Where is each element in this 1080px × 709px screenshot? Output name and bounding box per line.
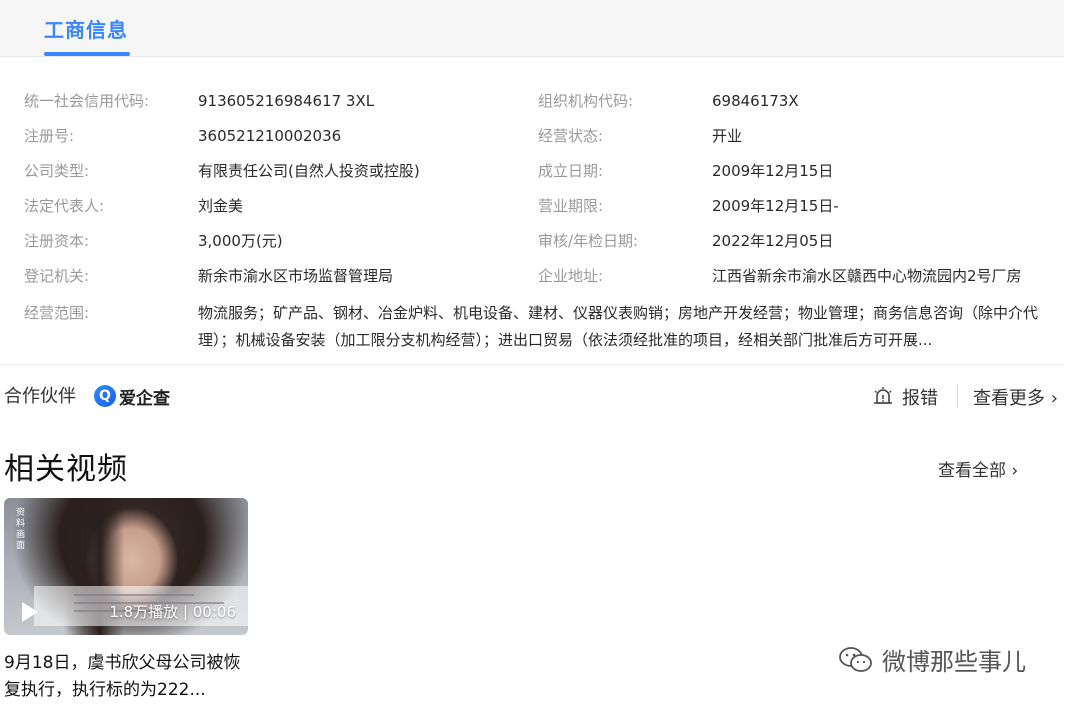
aiqicha-logo[interactable]: Q 爱企查 (94, 382, 170, 410)
business-scope-value: 物流服务；矿产品、钢材、冶金炉料、机电设备、建材、仪器仪表购销；房地产开发经营；… (198, 304, 1039, 349)
info-value: 2009年12月15日 (712, 162, 834, 180)
info-value: 2022年12月05日 (712, 232, 834, 250)
info-label: 营业期限: (538, 197, 604, 215)
action-separator (957, 384, 958, 408)
partner-label: 合作伙伴 (4, 386, 76, 407)
info-label: 统一社会信用代码: (24, 92, 150, 110)
info-label: 经营范围: (24, 304, 90, 322)
info-value: 913605216984617 3XL (198, 92, 375, 110)
report-error-button[interactable]: 报错 (872, 384, 938, 410)
info-value: 新余市渝水区市场监督管理局 (198, 267, 394, 285)
watermark-text: 微博那些事儿 (882, 648, 1026, 676)
info-row: 法定代表人: 刘金美 营业期限: 2009年12月15日- (0, 189, 1064, 224)
info-label: 成立日期: (538, 162, 604, 180)
info-value: 360521210002036 (198, 127, 342, 145)
business-scope-row: 经营范围: 物流服务；矿产品、钢材、冶金炉料、机电设备、建材、仪器仪表购销；房地… (0, 294, 1064, 354)
info-row: 注册号: 360521210002036 经营状态: 开业 (0, 119, 1064, 154)
wechat-icon (839, 646, 872, 672)
video-stats: 1.8万播放 | 00:06 (109, 603, 236, 621)
info-value: 3,000万(元) (198, 232, 283, 250)
info-row: 登记机关: 新余市渝水区市场监督管理局 企业地址: 江西省新余市渝水区赣西中心物… (0, 259, 1064, 294)
info-value: 69846173X (712, 92, 799, 110)
aiqicha-logo-icon: Q (94, 385, 116, 407)
divider (0, 364, 1064, 365)
video-thumbnail[interactable]: 资料画面 1.8万播放 | 00:06 (4, 498, 248, 635)
info-label: 组织机构代码: (538, 92, 634, 110)
info-label: 经营状态: (538, 127, 604, 145)
info-value: 2009年12月15日- (712, 197, 839, 215)
play-icon[interactable] (22, 602, 38, 622)
info-label: 审核/年检日期: (538, 232, 639, 250)
info-value: 江西省新余市渝水区赣西中心物流园内2号厂房 (712, 267, 1022, 285)
info-row: 统一社会信用代码: 913605216984617 3XL 组织机构代码: 69… (0, 84, 1064, 119)
view-all-link[interactable]: 查看全部 › (938, 456, 1018, 481)
info-label: 注册资本: (24, 232, 90, 250)
info-label: 公司类型: (24, 162, 90, 180)
report-error-label: 报错 (902, 388, 938, 409)
info-value: 刘金美 (198, 197, 244, 215)
tab-active-indicator (44, 52, 130, 56)
video-title-link[interactable]: 9月18日，虞书欣父母公司被恢复执行，执行标的为222... (4, 650, 248, 704)
alert-icon (874, 387, 892, 404)
info-label: 企业地址: (538, 267, 604, 285)
thumbnail-side-text: 资料画面 (16, 508, 26, 551)
view-more-link[interactable]: 查看更多 › (973, 384, 1058, 410)
watermark: 微博那些事儿 (838, 642, 1026, 677)
info-label: 法定代表人: (24, 197, 105, 215)
info-row: 公司类型: 有限责任公司(自然人投资或控股) 成立日期: 2009年12月15日 (0, 154, 1064, 189)
business-info-table: 统一社会信用代码: 913605216984617 3XL 组织机构代码: 69… (0, 84, 1064, 354)
related-videos-title: 相关视频 (4, 452, 128, 487)
info-label: 注册号: (24, 127, 75, 145)
info-label: 登记机关: (24, 267, 90, 285)
tab-business-info[interactable]: 工商信息 (44, 14, 128, 43)
tab-bar: 工商信息 (0, 0, 1064, 57)
info-row: 注册资本: 3,000万(元) 审核/年检日期: 2022年12月05日 (0, 224, 1064, 259)
aiqicha-logo-text: 爱企查 (119, 388, 170, 409)
info-value: 有限责任公司(自然人投资或控股) (198, 162, 420, 180)
info-value: 开业 (712, 127, 743, 145)
